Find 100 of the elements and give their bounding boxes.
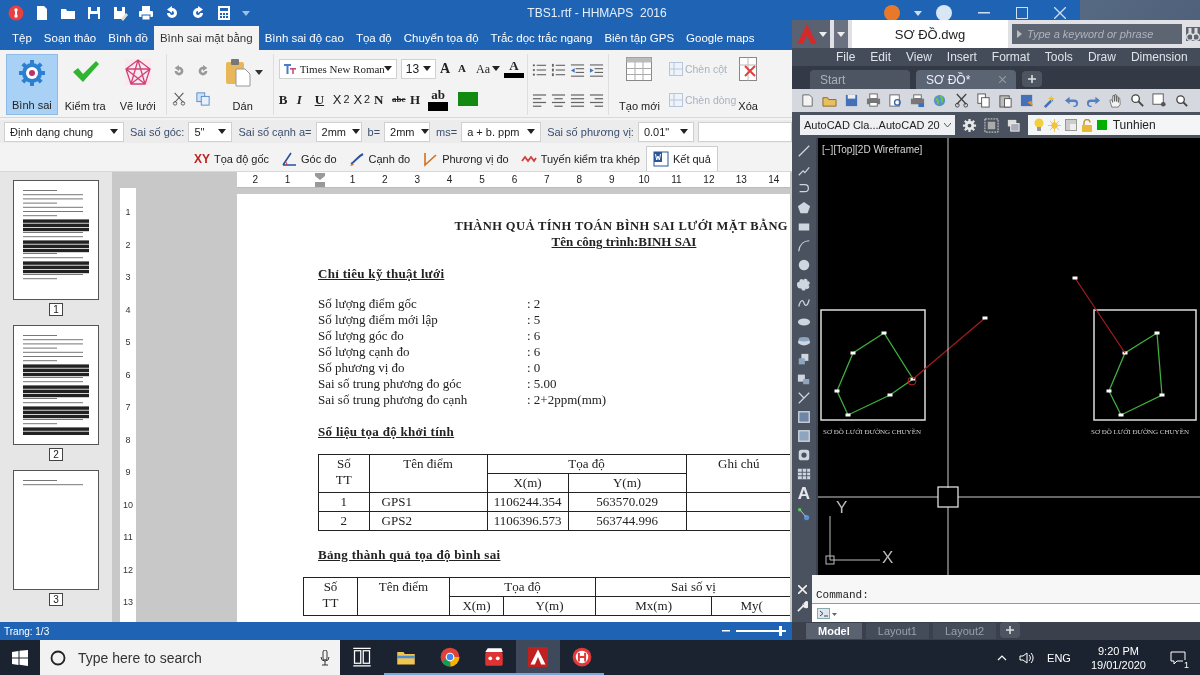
clipboard-icon[interactable] (998, 93, 1013, 108)
table-icon[interactable] (797, 467, 811, 481)
ribbon-button[interactable]: Vẽ lưới (114, 54, 161, 115)
increase-indent-icon[interactable] (589, 61, 605, 78)
param-dropdown[interactable]: 5" (188, 121, 233, 142)
logo-icon[interactable] (8, 5, 24, 21)
new-layout-button[interactable] (1000, 622, 1021, 638)
calculator-icon[interactable] (216, 5, 232, 21)
font-color-button[interactable]: A (504, 59, 525, 78)
param-dropdown[interactable]: 2mm (315, 121, 362, 142)
section-tab[interactable]: Cạnh đo (342, 146, 417, 171)
font-dropdown[interactable]: Times New Roman (278, 58, 397, 79)
layer-dropdown[interactable]: Tunhien (1027, 115, 1200, 135)
copy-icon[interactable] (195, 91, 210, 106)
ribbon-tab[interactable]: Bình sai độ cao (258, 26, 350, 50)
file-tab[interactable]: Start (810, 70, 910, 89)
zoom-window-icon[interactable] (1152, 93, 1167, 108)
bullet-list-icon[interactable] (532, 61, 548, 78)
ribbon-tab[interactable]: Biên tập GPS (598, 26, 681, 50)
section-tab[interactable]: Tuyến kiểm tra khép (514, 146, 646, 171)
menu-item[interactable]: View (906, 50, 932, 64)
style-dropdown[interactable]: Định dạng chung (4, 121, 124, 142)
language-indicator[interactable]: ENG (1047, 651, 1071, 664)
scissors-icon[interactable] (171, 91, 186, 106)
block-icon[interactable] (1020, 93, 1035, 108)
hatch-icon[interactable] (797, 410, 811, 424)
add-selected-icon[interactable] (797, 507, 811, 521)
save-as-icon[interactable] (112, 5, 128, 21)
file-tab[interactable]: SƠ ĐỒ* (916, 70, 1016, 89)
point-icon[interactable] (797, 391, 811, 405)
layout-tab[interactable]: Model (806, 623, 862, 639)
redo-icon[interactable] (190, 5, 206, 21)
scissors-icon[interactable] (954, 93, 969, 108)
maximize-icon[interactable] (1016, 7, 1028, 19)
line-icon[interactable] (797, 144, 811, 158)
user-avatar[interactable] (884, 5, 900, 21)
zoom-previous-icon[interactable] (1174, 93, 1189, 108)
ribbon-tab[interactable]: Tọa độ (349, 26, 398, 50)
plot-icon[interactable] (910, 93, 925, 108)
workspace-dropdown[interactable]: AutoCAD Cla...AutoCAD 20 (800, 115, 955, 135)
param-dropdown[interactable]: 0.01" (637, 121, 694, 142)
search-bar[interactable]: Type here to search (40, 640, 340, 675)
input-field[interactable] (697, 121, 792, 142)
circle-icon[interactable] (797, 258, 811, 272)
menu-item[interactable]: Dimension (1130, 50, 1188, 64)
indent-marker-icon[interactable] (315, 172, 325, 187)
section-tab[interactable]: Phương vị đo (416, 146, 515, 171)
menu-item[interactable]: Insert (946, 50, 977, 64)
section-tab[interactable]: XY Tọa độ gốc (188, 146, 276, 171)
polygon-icon[interactable] (797, 201, 811, 215)
ellipse-arc-icon[interactable] (797, 334, 811, 348)
page-thumbnail[interactable] (13, 180, 99, 300)
page-thumbnail[interactable] (13, 325, 99, 445)
new-tab-button[interactable] (1022, 71, 1042, 87)
decrease-indent-icon[interactable] (570, 61, 586, 78)
highlight-button[interactable]: ab (428, 87, 449, 111)
ribbon-tab[interactable]: Trắc dọc trắc ngang (484, 26, 599, 50)
gear-icon[interactable] (961, 117, 977, 133)
clock-time[interactable]: 9:20 PM (1098, 643, 1139, 658)
circle-icon[interactable] (936, 5, 952, 21)
align-center-icon[interactable] (551, 91, 567, 108)
taskbar-app[interactable] (516, 640, 560, 675)
printer-icon[interactable] (866, 93, 881, 108)
ribbon-button[interactable]: Bình sai (6, 54, 58, 115)
underline-button[interactable]: U (314, 92, 329, 106)
caret-icon[interactable] (242, 10, 250, 16)
grow-font-button[interactable]: A (440, 61, 455, 76)
save-icon[interactable] (844, 93, 859, 108)
ribbon-tab[interactable]: Chuyển tọa độ (397, 26, 485, 50)
region-icon[interactable] (797, 448, 811, 462)
shrink-font-button[interactable]: A (458, 63, 473, 74)
search-field[interactable]: Type here to search (76, 648, 310, 667)
insert-block-icon[interactable] (797, 353, 811, 367)
strikethrough-button[interactable]: abc (392, 94, 407, 104)
new-table-button[interactable]: Tạo mới (614, 54, 665, 115)
clock-date[interactable]: 19/01/2020 (1090, 657, 1146, 672)
new-file-icon[interactable] (800, 93, 815, 108)
match-properties-icon[interactable] (1042, 93, 1057, 108)
search-field[interactable]: Type a keyword or phrase (1027, 28, 1177, 40)
speaker-icon[interactable] (1019, 650, 1036, 665)
menu-item[interactable]: Format (991, 50, 1030, 64)
italic-button[interactable]: I (296, 92, 311, 106)
pan-hand-icon[interactable] (1108, 93, 1123, 108)
change-case-button[interactable]: Aa (476, 62, 501, 75)
ribbon-button[interactable]: Kiểm tra (59, 54, 111, 115)
ribbon-tab[interactable]: Bình đồ (102, 26, 154, 50)
make-block-icon[interactable] (797, 372, 811, 386)
fill-color-button[interactable] (458, 92, 479, 106)
gradient-icon[interactable] (797, 429, 811, 443)
menu-item[interactable]: Edit (870, 50, 892, 64)
new-document-icon[interactable] (34, 5, 50, 21)
delete-table-button[interactable]: Xóa (738, 54, 758, 115)
chevron-up-icon[interactable] (997, 654, 1008, 661)
align-right-icon[interactable] (589, 91, 605, 108)
print-preview-icon[interactable] (888, 93, 903, 108)
printer-icon[interactable] (138, 5, 154, 21)
ribbon-tab[interactable]: Bình sai mặt bằng (153, 26, 259, 50)
slider-thumb[interactable] (779, 626, 782, 636)
caret-icon[interactable] (914, 10, 922, 16)
font-size-dropdown[interactable]: 13 (400, 58, 437, 79)
